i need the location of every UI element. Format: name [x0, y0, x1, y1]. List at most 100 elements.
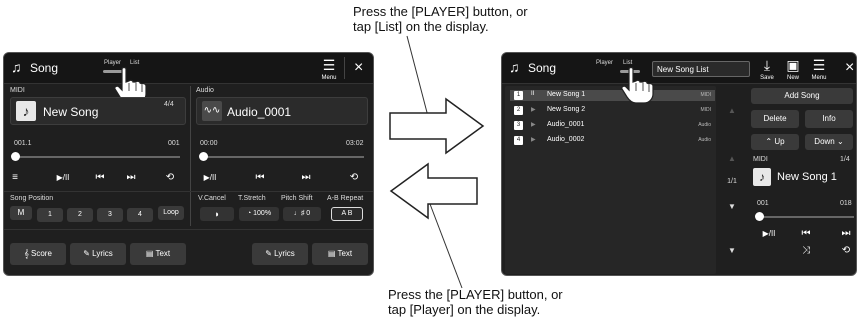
up-label: Up	[774, 137, 785, 146]
audio-slider[interactable]	[204, 156, 364, 158]
shuffle-button[interactable]: ⤨	[798, 245, 814, 256]
play-icon: ▶	[531, 122, 536, 128]
list-item[interactable]: 4 ▶ Audio_0002 Audio	[510, 135, 715, 146]
add-song-button[interactable]: Add Song	[751, 88, 853, 104]
tstretch-button[interactable]: ◔ 100%	[239, 207, 279, 221]
abrepeat-label: A-B Repeat	[327, 195, 364, 202]
midi-position-start: 001	[757, 200, 769, 207]
audio-label: Audio	[196, 87, 214, 94]
delete-button[interactable]: Delete	[751, 110, 799, 128]
equalizer-icon[interactable]: ≡	[8, 172, 22, 183]
repeat-button[interactable]: ⟲	[838, 245, 854, 256]
loop-button[interactable]: Loop	[158, 206, 184, 220]
menu-button[interactable]: ☰ Menu	[808, 57, 830, 81]
close-icon[interactable]: ×	[354, 59, 363, 77]
audio-fast-forward-button[interactable]: ⏭	[298, 172, 314, 183]
scroll-top-icon[interactable]: ▲	[718, 154, 746, 163]
play-icon: ▶	[531, 137, 536, 143]
list-item[interactable]: 2 ▶ New Song 2 MIDI	[510, 105, 715, 116]
lyrics-button[interactable]: ✎ Lyrics	[70, 243, 126, 265]
row-name: New Song 2	[547, 106, 586, 113]
list-item[interactable]: 1 II New Song 1 MIDI	[510, 90, 715, 101]
midi-slider-knob[interactable]	[11, 152, 20, 161]
audio-text-button[interactable]: ▤ Text	[312, 243, 368, 265]
menu-icon: ☰	[812, 57, 826, 73]
score-button[interactable]: 𝄞 Score	[10, 243, 66, 265]
left-arrow-icon	[389, 162, 478, 220]
row-number: 1	[514, 91, 523, 100]
midi-position-end: 018	[840, 200, 852, 207]
pitchshift-button[interactable]: ♩♯ 0	[283, 207, 321, 221]
info-button[interactable]: Info	[805, 110, 853, 128]
vcancel-button[interactable]: ◗	[200, 207, 234, 221]
save-icon: ⤓	[763, 57, 771, 73]
chevron-down-icon: ⌄	[834, 137, 844, 146]
callout-line-bottom	[429, 203, 463, 289]
menu-button[interactable]: ☰ Menu	[318, 57, 340, 81]
midi-slider-knob[interactable]	[755, 212, 764, 221]
pitchshift-label: Pitch Shift	[281, 195, 313, 202]
song-position-1-button[interactable]: 1	[37, 208, 63, 222]
row-type: Audio	[698, 137, 711, 143]
text-label: Text	[155, 249, 171, 258]
divider	[344, 57, 345, 79]
audio-repeat-button[interactable]: ⟲	[346, 172, 362, 183]
new-button[interactable]: ▣ New	[782, 57, 804, 81]
app-title: Song	[30, 61, 59, 75]
up-button[interactable]: ⌃ Up	[751, 134, 799, 150]
fast-forward-button[interactable]: ⏭	[123, 172, 139, 183]
pitch-icon: ♩♯	[293, 210, 307, 217]
row-number: 2	[514, 106, 523, 115]
scroll-bottom-icon[interactable]: ▼	[718, 246, 746, 255]
rewind-button[interactable]: ⏮	[798, 228, 814, 239]
midi-label: MIDI	[753, 156, 768, 163]
down-label: Down	[814, 137, 835, 146]
lyrics-icon: ✎	[265, 249, 275, 258]
ab-repeat-button[interactable]: A B	[331, 207, 363, 221]
row-divider	[4, 191, 373, 192]
midi-slider[interactable]	[760, 216, 854, 218]
list-item[interactable]: 3 ▶ Audio_0001 Audio	[510, 120, 715, 131]
save-button[interactable]: ⤓ Save	[756, 57, 778, 81]
rewind-button[interactable]: ⏮	[92, 172, 108, 183]
song-position-3-button[interactable]: 3	[97, 208, 123, 222]
save-label: Save	[760, 75, 774, 81]
play-icon: ▶	[531, 107, 536, 113]
repeat-button[interactable]: ⟲	[162, 172, 178, 183]
midi-position-end: 001	[168, 140, 180, 147]
song-list: 1 II New Song 1 MIDI 2 ▶ New Song 2 MIDI…	[505, 86, 716, 274]
scroll-up-icon[interactable]: ▲	[718, 106, 746, 115]
audio-slider-knob[interactable]	[199, 152, 208, 161]
midi-count: 1/4	[840, 156, 850, 163]
close-icon[interactable]: ×	[845, 59, 854, 77]
music-notes-icon: ♫	[509, 59, 520, 75]
play-pause-button[interactable]: ▶/II	[757, 229, 781, 238]
row-name: New Song 1	[547, 91, 586, 98]
scroll-down-icon[interactable]: ▼	[718, 202, 746, 211]
row-name: Audio_0001	[547, 121, 585, 128]
midi-song-box[interactable]: ♪ New Song 4/4	[10, 97, 186, 125]
audio-song-box[interactable]: ∿∿ Audio_0001	[196, 97, 368, 125]
section-divider	[190, 86, 191, 226]
midi-slider[interactable]	[16, 156, 180, 158]
menu-icon: ☰	[322, 57, 336, 73]
treble-clef-icon: 𝄞	[24, 249, 32, 258]
tab-player[interactable]: Player	[596, 60, 613, 66]
audio-time-start: 00:00	[200, 140, 218, 147]
song-position-m-button[interactable]: M	[10, 206, 32, 220]
text-button[interactable]: ▤ Text	[130, 243, 186, 265]
lyrics-icon: ✎	[83, 249, 93, 258]
song-list-name-field[interactable]: New Song List	[652, 61, 750, 77]
play-pause-button[interactable]: ▶/II	[51, 173, 75, 182]
song-position-label: Song Position	[10, 195, 54, 202]
music-note-icon: ♪	[16, 101, 36, 121]
song-position-4-button[interactable]: 4	[127, 208, 153, 222]
vcancel-label: V.Cancel	[198, 195, 226, 202]
waveform-icon: ∿∿	[202, 101, 222, 121]
audio-rewind-button[interactable]: ⏮	[252, 172, 268, 183]
audio-play-pause-button[interactable]: ▶/II	[198, 173, 222, 182]
down-button[interactable]: Down ⌄	[805, 134, 853, 150]
fast-forward-button[interactable]: ⏭	[838, 228, 854, 239]
audio-lyrics-button[interactable]: ✎ Lyrics	[252, 243, 308, 265]
song-position-2-button[interactable]: 2	[67, 208, 93, 222]
